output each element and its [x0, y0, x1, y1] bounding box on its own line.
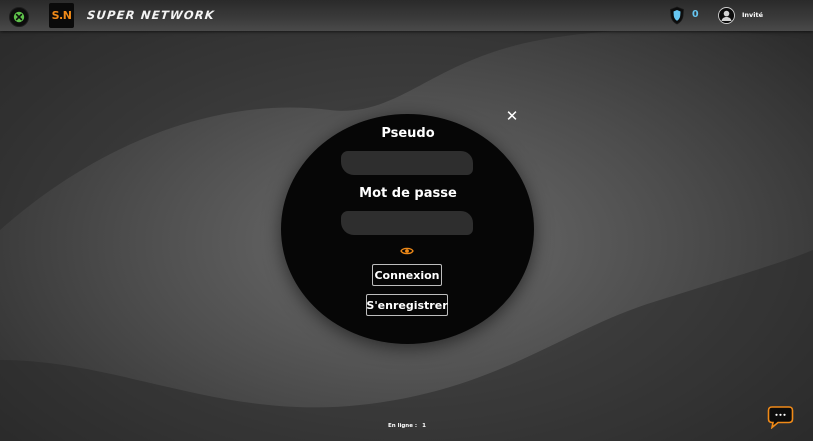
shield-button[interactable]	[669, 6, 685, 25]
online-count: 1	[422, 423, 426, 429]
site-logo[interactable]: S.N	[49, 3, 74, 28]
password-label: Mot de passe	[359, 186, 457, 201]
pseudo-label: Pseudo	[381, 126, 435, 141]
login-button[interactable]: Connexion	[372, 264, 442, 286]
password-input[interactable]	[341, 211, 473, 235]
online-status: En ligne : 1	[388, 423, 426, 429]
brand-title: SUPER NETWORK	[86, 8, 216, 22]
pseudo-input[interactable]	[341, 151, 473, 175]
shield-count: 0	[692, 9, 699, 20]
shield-icon	[670, 6, 684, 25]
online-label: En ligne :	[388, 423, 418, 429]
menu-button[interactable]	[9, 7, 29, 27]
register-button[interactable]: S'enregistrer	[366, 294, 448, 316]
user-profile-button[interactable]	[718, 7, 735, 24]
user-avatar-icon	[718, 7, 735, 24]
show-password-toggle[interactable]	[400, 241, 414, 255]
user-name[interactable]: Invité	[742, 11, 763, 19]
top-bar: S.N SUPER NETWORK 0 Invité	[0, 0, 813, 31]
close-circle-icon	[13, 11, 25, 23]
chat-button[interactable]	[767, 405, 794, 430]
chat-bubble-icon	[767, 406, 794, 430]
eye-icon	[400, 247, 414, 255]
close-modal-button[interactable]: ✕	[505, 108, 519, 124]
